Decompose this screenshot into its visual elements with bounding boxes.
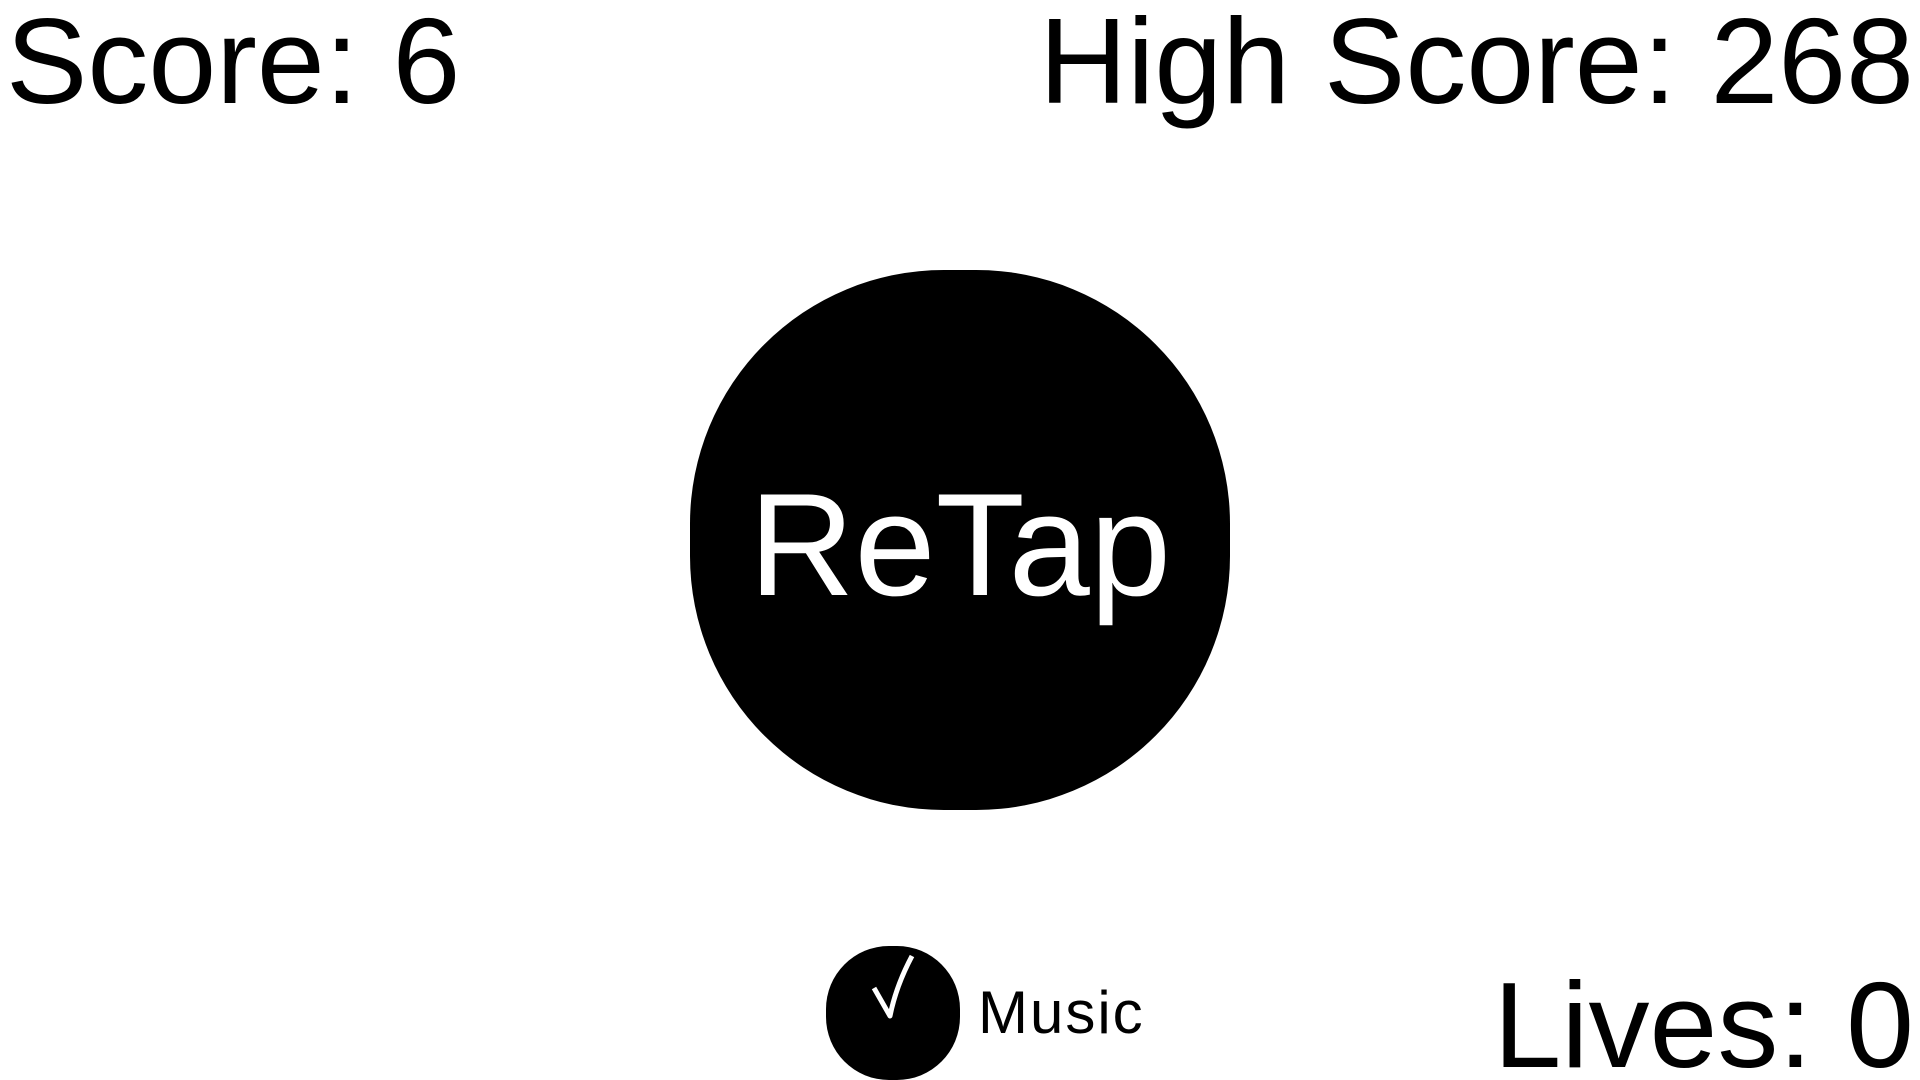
- retap-label: ReTap: [748, 463, 1172, 626]
- music-toggle[interactable]: Music: [826, 945, 1145, 1080]
- check-icon: [871, 954, 915, 1018]
- high-score-display: High Score: 268: [1039, 0, 1914, 129]
- retap-button[interactable]: ReTap: [690, 270, 1230, 810]
- music-label: Music: [978, 978, 1145, 1046]
- score-display: Score: 6: [6, 0, 461, 129]
- lives-display: Lives: 0: [1493, 957, 1914, 1080]
- music-toggle-badge[interactable]: [826, 945, 960, 1080]
